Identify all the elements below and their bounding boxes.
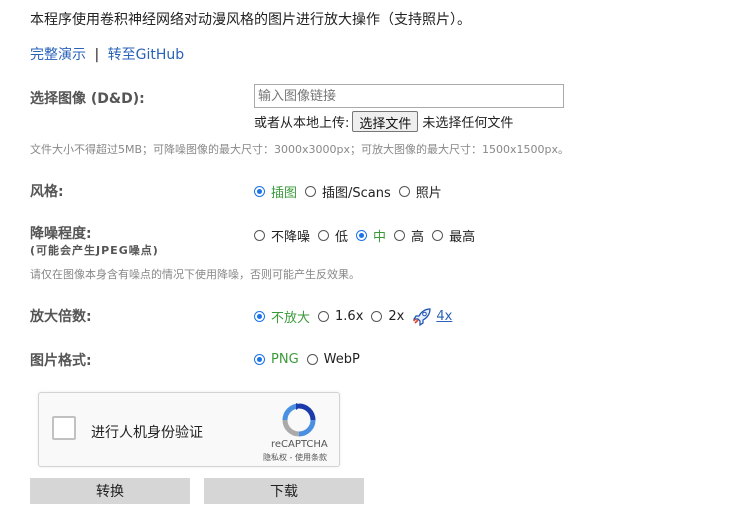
- scale-4x-label: 4x: [436, 309, 453, 324]
- noise-radio-highest[interactable]: [432, 230, 444, 241]
- noise-option-high[interactable]: 高: [411, 226, 424, 245]
- style-option-photo[interactable]: 照片: [416, 182, 442, 201]
- noise-option-none[interactable]: 不降噪: [271, 226, 310, 245]
- image-label: 选择图像 (D&D):: [30, 91, 145, 107]
- recaptcha-checkbox[interactable]: [52, 416, 76, 440]
- style-radio-photo[interactable]: [398, 186, 410, 197]
- image-url-input[interactable]: [254, 84, 564, 108]
- scale-radio-2x[interactable]: [371, 311, 383, 322]
- github-link[interactable]: 转至GitHub: [108, 47, 185, 63]
- upload-row: 或者从本地上传: 选择文件 未选择任何文件: [254, 111, 513, 132]
- scale-4x-link[interactable]: 4x: [412, 307, 453, 326]
- noise-label: 降噪程度:: [30, 226, 92, 242]
- style-radio-scans[interactable]: [305, 186, 317, 197]
- style-options: 插图 插图/Scans 照片: [254, 182, 450, 201]
- scale-option-none[interactable]: 不放大: [271, 307, 310, 326]
- noise-options: 不降噪 低 中 高 最高: [254, 226, 483, 245]
- scale-option-2x[interactable]: 2x: [388, 309, 404, 324]
- recaptcha-terms-link[interactable]: 隐私权 - 使用条款: [263, 452, 327, 463]
- choose-file-button[interactable]: 选择文件: [352, 111, 419, 132]
- file-status: 未选择任何文件: [422, 116, 514, 131]
- rocket-icon: [413, 307, 431, 326]
- format-option-webp[interactable]: WebP: [324, 352, 360, 367]
- format-label: 图片格式:: [30, 353, 92, 369]
- noise-radio-none[interactable]: [254, 230, 265, 241]
- convert-button[interactable]: 转换: [30, 478, 190, 504]
- top-links: 完整演示 | 转至GitHub: [30, 44, 184, 64]
- style-label: 风格:: [30, 184, 64, 200]
- demo-link[interactable]: 完整演示: [30, 47, 86, 63]
- format-radio-webp[interactable]: [306, 354, 318, 365]
- scale-radio-none[interactable]: [254, 311, 265, 322]
- noise-radio-medium[interactable]: [356, 230, 368, 241]
- format-option-png[interactable]: PNG: [271, 352, 299, 367]
- noise-option-low[interactable]: 低: [335, 226, 348, 245]
- scale-radio-1-6x[interactable]: [318, 311, 330, 322]
- noise-radio-high[interactable]: [394, 230, 406, 241]
- link-separator: |: [94, 47, 100, 63]
- download-button[interactable]: 下载: [204, 478, 364, 504]
- scale-options: 不放大 1.6x 2x 4x: [254, 307, 452, 326]
- noise-sublabel: (可能会产生JPEG噪点): [30, 244, 159, 257]
- scale-label: 放大倍数:: [30, 309, 92, 325]
- intro-text: 本程序使用卷积神经网络对动漫风格的图片进行放大操作（支持照片）。: [30, 12, 471, 28]
- scale-option-1-6x[interactable]: 1.6x: [335, 309, 363, 324]
- recaptcha-brand: reCAPTCHA: [271, 439, 328, 450]
- style-radio-illustration[interactable]: [254, 186, 265, 197]
- noise-note: 请仅在图像本身含有噪点的情况下使用降噪，否则可能产生反效果。: [30, 268, 360, 281]
- limits-note: 文件大小不得超过5MB；可降噪图像的最大尺寸：3000x3000px；可放大图像…: [30, 143, 570, 156]
- noise-option-medium[interactable]: 中: [373, 226, 386, 245]
- format-options: PNG WebP: [254, 352, 368, 367]
- upload-prefix: 或者从本地上传:: [254, 116, 350, 131]
- recaptcha-widget: 进行人机身份验证 reCAPTCHA 隐私权 - 使用条款: [38, 392, 340, 467]
- noise-option-highest[interactable]: 最高: [449, 226, 475, 245]
- recaptcha-label: 进行人机身份验证: [91, 425, 203, 441]
- noise-radio-low[interactable]: [318, 230, 330, 241]
- format-radio-png[interactable]: [254, 354, 265, 365]
- style-option-scans[interactable]: 插图/Scans: [322, 182, 391, 201]
- recaptcha-logo-icon: [282, 403, 316, 437]
- style-option-illustration[interactable]: 插图: [271, 182, 297, 201]
